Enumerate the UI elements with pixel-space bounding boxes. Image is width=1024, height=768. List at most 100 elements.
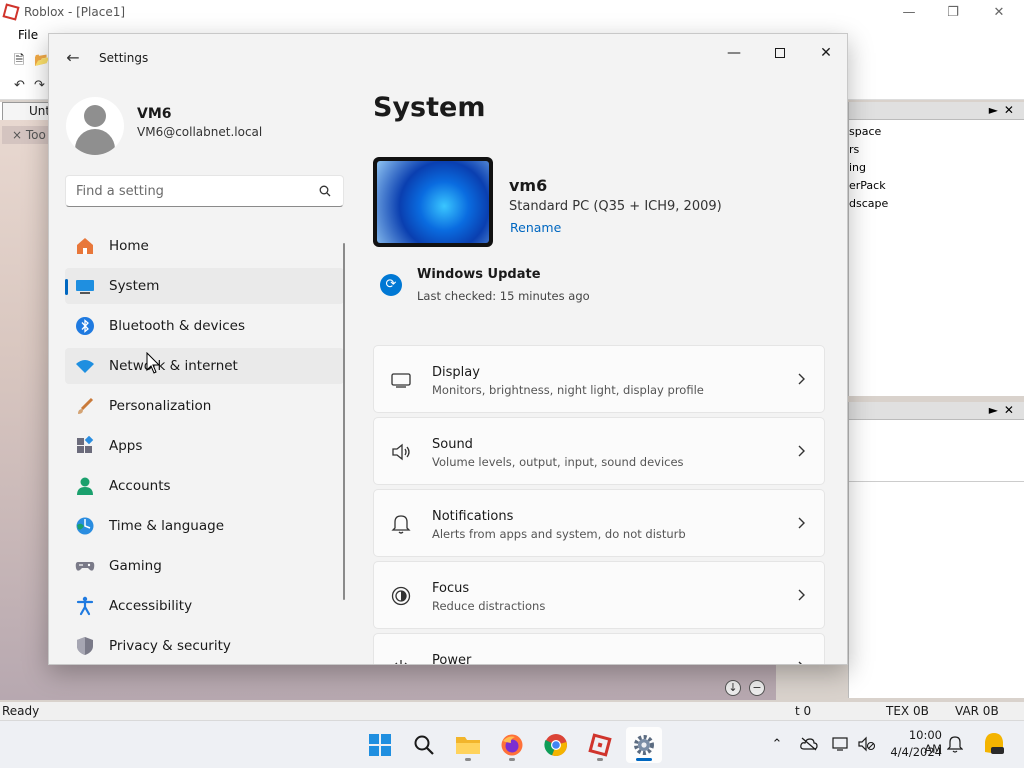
settings-titlebar: ← Settings — ✕ bbox=[49, 34, 847, 82]
device-wallpaper-thumbnail bbox=[373, 157, 493, 247]
clock-date[interactable]: 4/4/2024 bbox=[890, 745, 942, 759]
undo-icon[interactable]: ↶ bbox=[14, 79, 28, 93]
chevron-right-icon bbox=[798, 589, 805, 601]
speaker-icon bbox=[392, 443, 410, 461]
zoom-in-icon[interactable]: ↓ bbox=[725, 680, 741, 696]
explorer-item[interactable]: ing bbox=[849, 159, 1024, 177]
redo-icon[interactable]: ↷ bbox=[34, 79, 48, 93]
file-explorer-icon bbox=[456, 737, 480, 754]
close-button[interactable]: ✕ bbox=[803, 38, 847, 68]
start-button[interactable] bbox=[362, 727, 398, 763]
nav-item-gaming[interactable]: Gaming bbox=[65, 548, 344, 584]
toolbox-tab[interactable]: × Too bbox=[2, 126, 48, 144]
explorer-item[interactable]: erPack bbox=[849, 177, 1024, 195]
card-subtitle: Reduce distractions bbox=[432, 599, 546, 613]
nav-scrollbar[interactable] bbox=[343, 243, 345, 600]
roblox-statusbar: Ready t 0 TEX 0B VAR 0B bbox=[0, 702, 1024, 720]
chrome-icon bbox=[544, 734, 567, 757]
search-input[interactable] bbox=[66, 176, 316, 206]
focus-icon bbox=[391, 586, 411, 606]
panel-pin-close-icons[interactable]: ►✕ bbox=[989, 403, 1020, 417]
wifi-icon bbox=[75, 356, 95, 376]
roblox-maximize-button[interactable]: ❐ bbox=[930, 0, 976, 24]
taskbar-firefox[interactable] bbox=[494, 727, 530, 763]
taskbar-chrome[interactable] bbox=[538, 727, 574, 763]
shield-icon bbox=[75, 636, 95, 656]
nav-label: Personalization bbox=[109, 398, 212, 414]
onedrive-offline-icon[interactable] bbox=[800, 735, 818, 753]
explorer-item[interactable]: rs bbox=[849, 141, 1024, 159]
menu-file[interactable]: File bbox=[18, 28, 38, 42]
accessibility-icon bbox=[75, 596, 95, 616]
nav-item-time-language[interactable]: Time & language bbox=[65, 508, 344, 544]
system-icon bbox=[75, 276, 95, 296]
card-notifications[interactable]: Notifications Alerts from apps and syste… bbox=[373, 489, 825, 557]
nav-label: Apps bbox=[109, 438, 143, 454]
panel-pin-close-icons[interactable]: ►✕ bbox=[989, 103, 1020, 117]
roblox-minimize-button[interactable]: — bbox=[886, 0, 932, 24]
nav-item-accessibility[interactable]: Accessibility bbox=[65, 588, 344, 624]
nav-item-network[interactable]: Network & internet bbox=[65, 348, 344, 384]
nav-item-privacy-security[interactable]: Privacy & security bbox=[65, 628, 344, 664]
card-power[interactable]: Power bbox=[373, 633, 825, 664]
notifications-bell-icon[interactable] bbox=[946, 735, 964, 753]
show-hidden-icons-chevron-icon[interactable]: ⌃ bbox=[768, 735, 786, 753]
copilot-preview-icon[interactable] bbox=[982, 732, 1006, 756]
gamepad-icon bbox=[75, 556, 95, 576]
nav-label: Privacy & security bbox=[109, 638, 231, 654]
nav-item-bluetooth[interactable]: Bluetooth & devices bbox=[65, 308, 344, 344]
taskbar-search-button[interactable] bbox=[406, 727, 442, 763]
chevron-right-icon bbox=[798, 517, 805, 529]
card-title: Display bbox=[432, 365, 480, 380]
roblox-titlebar: Roblox - [Place1] bbox=[0, 0, 1024, 24]
status-var: VAR 0B bbox=[955, 704, 999, 718]
roblox-close-button[interactable]: ✕ bbox=[976, 0, 1022, 24]
minimize-button[interactable]: — bbox=[711, 38, 757, 68]
nav-item-home[interactable]: Home bbox=[65, 228, 344, 264]
nav-item-personalization[interactable]: Personalization bbox=[65, 388, 344, 424]
status-ready: Ready bbox=[2, 704, 40, 718]
taskbar-settings[interactable] bbox=[626, 727, 662, 763]
back-arrow-icon[interactable]: ← bbox=[63, 48, 83, 68]
card-title: Focus bbox=[432, 581, 470, 596]
windows-update-title[interactable]: Windows Update bbox=[417, 267, 541, 282]
volume-muted-icon[interactable] bbox=[858, 735, 876, 753]
card-focus[interactable]: Focus Reduce distractions bbox=[373, 561, 825, 629]
new-file-icon[interactable]: 🗎 bbox=[14, 54, 28, 68]
taskbar-file-explorer[interactable] bbox=[450, 727, 486, 763]
status-t: t 0 bbox=[795, 704, 812, 718]
rename-link[interactable]: Rename bbox=[510, 220, 561, 235]
settings-icon bbox=[634, 735, 654, 755]
search-box[interactable] bbox=[65, 175, 344, 207]
globe-clock-icon bbox=[75, 516, 95, 536]
roblox-logo-icon bbox=[2, 3, 20, 21]
nav-item-apps[interactable]: Apps bbox=[65, 428, 344, 464]
windows-update-icon[interactable]: ⟳ bbox=[380, 274, 402, 296]
device-name: vm6 bbox=[509, 176, 548, 195]
avatar[interactable] bbox=[66, 97, 124, 155]
nav-item-system[interactable]: System bbox=[65, 268, 344, 304]
roblox-studio-icon bbox=[588, 733, 612, 757]
nav-label: Home bbox=[109, 238, 149, 254]
nav-label: Network & internet bbox=[109, 358, 238, 374]
network-icon[interactable] bbox=[832, 735, 850, 753]
properties-panel: ►✕ bbox=[848, 402, 1024, 698]
nav-item-accounts[interactable]: Accounts bbox=[65, 468, 344, 504]
card-title: Notifications bbox=[432, 509, 514, 524]
search-icon bbox=[414, 735, 434, 755]
monitor-icon bbox=[391, 373, 411, 388]
bell-icon bbox=[391, 515, 411, 534]
home-icon bbox=[75, 236, 95, 256]
maximize-button[interactable] bbox=[757, 38, 803, 68]
taskbar-roblox-studio[interactable] bbox=[582, 727, 618, 763]
zoom-out-icon[interactable]: − bbox=[749, 680, 765, 696]
explorer-item[interactable]: dscape bbox=[849, 195, 1024, 213]
explorer-item[interactable]: space bbox=[849, 123, 1024, 141]
card-display[interactable]: Display Monitors, brightness, night ligh… bbox=[373, 345, 825, 413]
open-folder-icon[interactable]: 📂 bbox=[34, 54, 50, 68]
profile-email: VM6@collabnet.local bbox=[137, 125, 263, 139]
card-sound[interactable]: Sound Volume levels, output, input, soun… bbox=[373, 417, 825, 485]
profile-name: VM6 bbox=[137, 106, 172, 122]
search-icon[interactable] bbox=[319, 185, 331, 197]
status-tex: TEX 0B bbox=[886, 704, 929, 718]
